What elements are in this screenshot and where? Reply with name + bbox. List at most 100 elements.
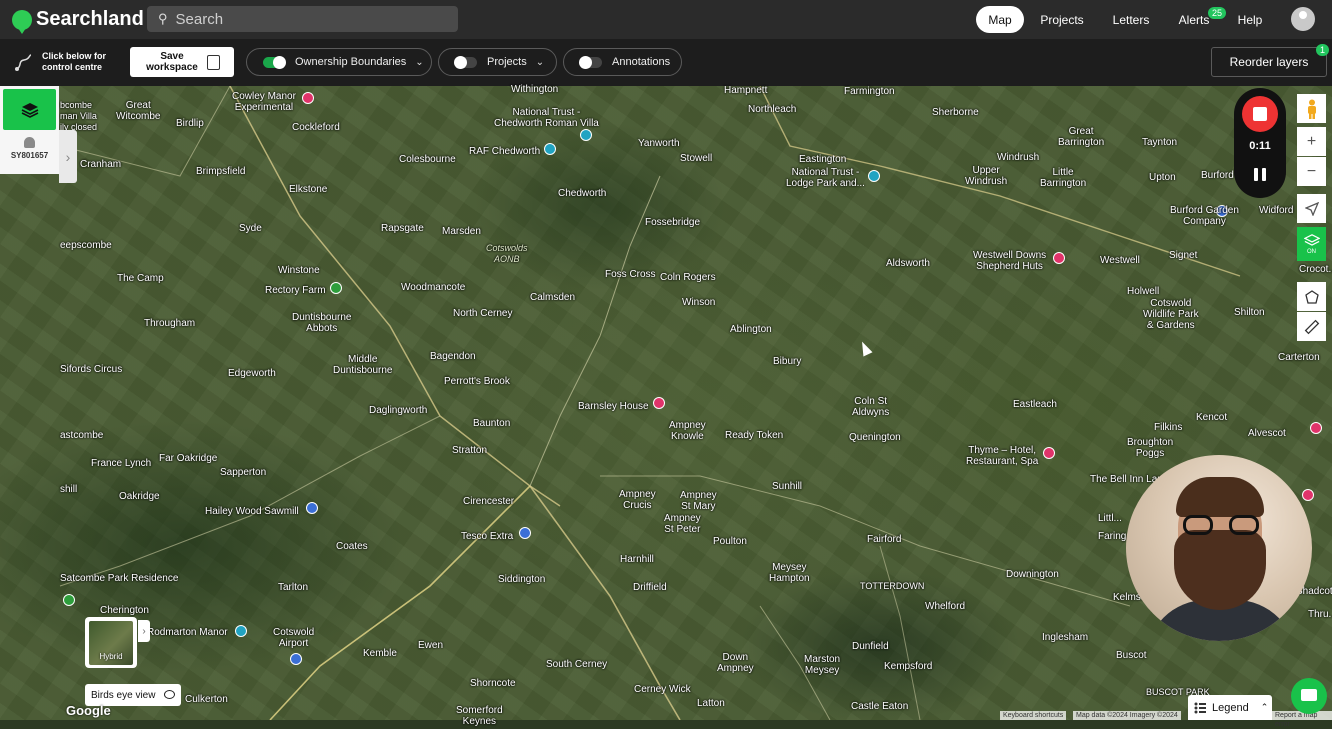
legend-icon [1194, 702, 1206, 713]
place-label: Cherington [100, 605, 149, 616]
poi-marker[interactable] [1053, 252, 1065, 264]
place-label: RAF Chedworth [469, 146, 541, 157]
poi-marker[interactable] [653, 397, 665, 409]
place-label: Cotswolds AONB [486, 243, 528, 264]
annotations-switch[interactable] [579, 55, 602, 69]
place-label: Ready Token [725, 430, 784, 441]
zoom-in-icon[interactable]: + [1297, 127, 1326, 156]
place-label: Brimpsfield [196, 166, 246, 177]
map-canvas[interactable] [0, 86, 1332, 720]
poi-marker[interactable] [1302, 489, 1314, 501]
airport-icon[interactable] [290, 653, 302, 665]
place-label: National Trust - Chedworth Roman Villa [494, 107, 599, 129]
place-label: Inglesham [1042, 632, 1089, 643]
place-label: Ampney Crucis [619, 489, 656, 511]
stop-recording-button[interactable] [1242, 96, 1278, 132]
place-label: North Cerney [453, 308, 513, 319]
keyboard-shortcuts-link[interactable]: Keyboard shortcuts [1000, 711, 1067, 720]
place-label: Littl... [1098, 513, 1122, 524]
reorder-layers-button[interactable]: Reorder layers [1211, 47, 1327, 77]
place-label: Baunton [473, 418, 511, 429]
search-box[interactable]: ⚲ [147, 6, 458, 32]
legend-button[interactable]: Legend ⌃ [1188, 695, 1272, 720]
poi-marker[interactable] [63, 594, 75, 606]
place-label: Whelford [925, 601, 966, 612]
nav-map[interactable]: Map [976, 6, 1024, 33]
poi-marker[interactable] [868, 170, 880, 182]
chevron-down-icon[interactable]: ⌄ [536, 57, 544, 68]
place-label: TOTTERDOWN [860, 581, 925, 591]
place-label: Marsden [442, 226, 481, 237]
chevron-right-icon[interactable]: › [138, 620, 150, 642]
place-label: Rapsgate [381, 223, 424, 234]
place-label: Great Witcombe [116, 100, 161, 122]
place-label: Crocot... [1299, 264, 1332, 275]
annotations-toggle[interactable]: Annotations [563, 48, 682, 76]
place-label: Broughton Poggs [1127, 437, 1174, 459]
search-input[interactable] [173, 9, 438, 29]
place-label: Satcombe Park Residence [60, 573, 179, 584]
layers-panel-button[interactable] [3, 89, 56, 130]
nav-help[interactable]: Help [1232, 6, 1268, 33]
place-label: Windrush [997, 152, 1040, 163]
place-label: Kemble [363, 648, 397, 659]
poi-marker[interactable] [1310, 422, 1322, 434]
map-data-attribution: Map data ©2024 Imagery ©2024 [1073, 711, 1181, 720]
place-label: Cranham [80, 159, 122, 170]
poi-marker[interactable] [330, 282, 342, 294]
poi-marker[interactable] [306, 502, 318, 514]
map-type-hybrid-button[interactable]: Hybrid [85, 617, 137, 668]
poi-marker[interactable] [544, 143, 556, 155]
hybrid-label: Hybrid [99, 652, 123, 661]
save-line1: Save [160, 51, 184, 62]
place-label: Aldsworth [886, 258, 930, 269]
place-label: Cowley Manor Experimental [232, 91, 296, 113]
birds-eye-label: Birds eye view [91, 689, 156, 701]
projects-toggle[interactable]: Projects ⌄ [438, 48, 557, 76]
place-label: Little Barrington [1040, 167, 1087, 189]
expand-panel-chevron-icon[interactable]: › [59, 130, 77, 183]
poi-marker[interactable] [1043, 447, 1055, 459]
ownership-boundaries-switch[interactable] [263, 55, 286, 69]
street-view-pegman-icon[interactable] [1297, 94, 1326, 123]
place-label: The Camp [117, 273, 164, 284]
place-label: Sherborne [932, 107, 979, 118]
place-label: Harnhill [620, 554, 654, 565]
layers-on-toggle-icon[interactable]: ON [1297, 227, 1326, 261]
place-label: Thru... [1308, 609, 1332, 620]
place-label: Marston Meysey [804, 654, 841, 676]
projects-switch[interactable] [454, 55, 477, 69]
chat-support-icon[interactable] [1291, 678, 1327, 714]
user-id-item[interactable]: SY801657 [0, 137, 59, 160]
zoom-out-icon[interactable]: − [1297, 157, 1326, 186]
poi-marker[interactable] [235, 625, 247, 637]
chevron-down-icon[interactable]: ⌄ [415, 57, 423, 68]
place-label: Downington [1006, 569, 1059, 580]
measure-ruler-icon[interactable] [1297, 312, 1326, 341]
eye-icon [164, 690, 175, 699]
poi-marker[interactable] [580, 129, 592, 141]
poi-marker[interactable] [302, 92, 314, 104]
user-avatar-icon[interactable] [1291, 7, 1315, 31]
place-label: Latton [697, 698, 725, 709]
nav-projects[interactable]: Projects [1034, 6, 1090, 33]
place-label: Poulton [713, 536, 747, 547]
alerts-count-badge: 25 [1208, 7, 1227, 19]
place-label: Down Ampney [717, 652, 754, 674]
nav-letters[interactable]: Letters [1106, 6, 1156, 33]
brand-logo[interactable]: Searchland [12, 8, 144, 34]
pause-icon[interactable] [1254, 168, 1266, 181]
place-label: Ablington [730, 324, 772, 335]
ownership-boundaries-toggle[interactable]: Ownership Boundaries ⌄ [246, 48, 432, 76]
place-label: Calmsden [530, 292, 576, 303]
place-label: Westwell Downs Shepherd Huts [973, 250, 1047, 272]
save-workspace-button[interactable]: Save workspace [130, 47, 234, 77]
place-label: astcombe [60, 430, 104, 441]
place-label: Upton [1149, 172, 1176, 183]
locate-me-icon[interactable] [1297, 194, 1326, 223]
poi-marker[interactable] [519, 527, 531, 539]
recording-widget: 0:11 [1234, 88, 1286, 198]
draw-polygon-icon[interactable] [1297, 282, 1326, 311]
route-icon [15, 54, 32, 71]
place-label: Upper Windrush [965, 165, 1008, 187]
